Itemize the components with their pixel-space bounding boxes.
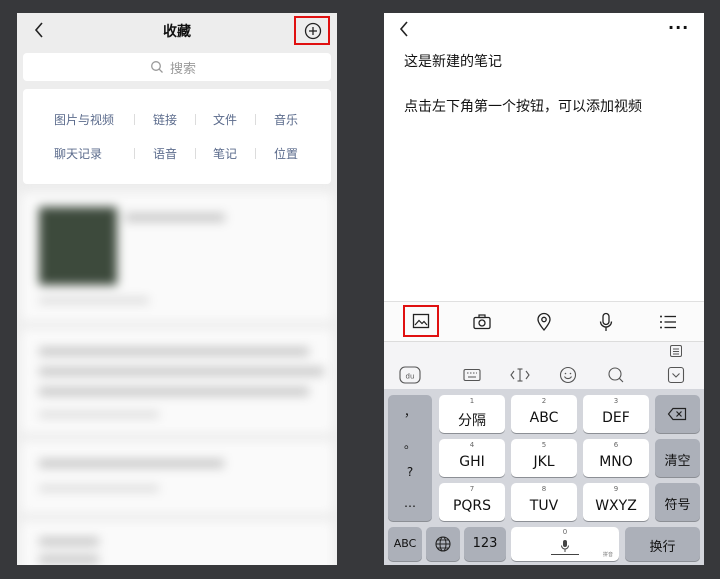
divider bbox=[195, 114, 196, 125]
key-4-ghi[interactable]: 4 GHI bbox=[439, 439, 505, 477]
category-notes[interactable]: 笔记 bbox=[213, 145, 237, 162]
list-item[interactable] bbox=[21, 329, 333, 433]
search-icon[interactable] bbox=[607, 366, 625, 384]
clear-key[interactable]: 清空 bbox=[655, 439, 700, 477]
keyboard-toolbar: du bbox=[384, 341, 704, 389]
punct-question[interactable]: ? bbox=[388, 465, 432, 479]
note-text-line[interactable]: 点击左下角第一个按钮，可以添加视频 bbox=[404, 96, 642, 116]
thumbnail bbox=[39, 207, 117, 285]
punctuation-column[interactable]: ， 。 ? … bbox=[388, 395, 432, 521]
key-3-def[interactable]: 3 DEF bbox=[583, 395, 649, 433]
divider bbox=[134, 148, 135, 159]
camera-icon bbox=[473, 314, 491, 330]
search-icon bbox=[151, 61, 163, 73]
backspace-icon bbox=[667, 407, 687, 421]
collapse-keyboard-icon[interactable] bbox=[667, 366, 685, 384]
note-text-line[interactable]: 这是新建的笔记 bbox=[404, 51, 502, 71]
note-editor-screen: ··· 这是新建的笔记 点击左下角第一个按钮，可以添加视频 du ， 。 ? …… bbox=[384, 13, 704, 565]
search-input[interactable]: 搜索 bbox=[23, 53, 331, 81]
chevron-left-icon bbox=[399, 21, 408, 37]
favorites-screen: 收藏 搜索 图片与视频 链接 文件 音乐 聊天记录 语音 笔记 位置 bbox=[17, 13, 337, 565]
list-button[interactable] bbox=[656, 310, 680, 334]
back-button[interactable] bbox=[397, 19, 411, 43]
emoji-icon[interactable] bbox=[559, 366, 577, 384]
note-toolbar bbox=[384, 301, 704, 341]
abc-switch-key[interactable]: ABC bbox=[388, 527, 422, 561]
punct-comma[interactable]: ， bbox=[388, 403, 432, 420]
location-icon bbox=[537, 312, 551, 332]
favorites-header: 收藏 bbox=[17, 13, 337, 49]
divider bbox=[255, 148, 256, 159]
category-files[interactable]: 文件 bbox=[213, 111, 237, 128]
plus-circle-icon bbox=[304, 22, 322, 40]
divider bbox=[195, 148, 196, 159]
list-icon bbox=[660, 315, 676, 329]
newline-key[interactable]: 换行 bbox=[625, 527, 700, 561]
image-icon bbox=[412, 313, 430, 329]
search-placeholder: 搜索 bbox=[170, 61, 197, 77]
key-6-mno[interactable]: 6 MNO bbox=[583, 439, 649, 477]
svg-text:du: du bbox=[406, 373, 415, 381]
key-2-abc[interactable]: 2 ABC bbox=[511, 395, 577, 433]
globe-icon bbox=[435, 536, 451, 552]
keyboard-icon[interactable] bbox=[462, 367, 482, 383]
category-location[interactable]: 位置 bbox=[274, 145, 298, 162]
cursor-move-icon[interactable] bbox=[509, 366, 531, 384]
symbols-key[interactable]: 符号 bbox=[655, 483, 700, 521]
number-switch-key[interactable]: 123 bbox=[464, 527, 506, 561]
favorites-list-blurred bbox=[17, 193, 337, 565]
page-title: 收藏 bbox=[163, 24, 191, 40]
pinyin-9-key-keyboard: ， 。 ? … 1 分隔 2 ABC 3 DEF 4 GHI 5 JKL 6 M… bbox=[384, 389, 704, 565]
camera-button[interactable] bbox=[470, 310, 494, 334]
key-7-pqrs[interactable]: 7 PQRS bbox=[439, 483, 505, 521]
keyboard-settings-icon[interactable] bbox=[669, 344, 683, 358]
list-item[interactable] bbox=[21, 441, 333, 513]
key-1-separator[interactable]: 1 分隔 bbox=[439, 395, 505, 433]
category-filter-card: 图片与视频 链接 文件 音乐 聊天记录 语音 笔记 位置 bbox=[23, 89, 331, 184]
voice-button[interactable] bbox=[594, 310, 618, 334]
microphone-icon bbox=[599, 312, 613, 331]
list-item[interactable] bbox=[21, 521, 333, 565]
category-photos-videos[interactable]: 图片与视频 bbox=[54, 111, 114, 128]
space-underline bbox=[551, 554, 579, 555]
microphone-icon bbox=[561, 540, 569, 552]
pinyin-hint: 拼音 bbox=[603, 552, 614, 558]
baidu-ime-icon[interactable]: du bbox=[399, 366, 421, 384]
category-voice[interactable]: 语音 bbox=[153, 145, 177, 162]
key-8-tuv[interactable]: 8 TUV bbox=[511, 483, 577, 521]
list-item[interactable] bbox=[21, 193, 333, 321]
backspace-key[interactable] bbox=[655, 395, 700, 433]
language-switch-key[interactable] bbox=[426, 527, 460, 561]
divider bbox=[255, 114, 256, 125]
insert-image-button[interactable] bbox=[403, 305, 439, 337]
punct-period[interactable]: 。 bbox=[388, 435, 432, 452]
category-music[interactable]: 音乐 bbox=[274, 111, 298, 128]
more-options-button[interactable]: ··· bbox=[668, 18, 689, 37]
space-key[interactable]: 0 拼音 bbox=[511, 527, 619, 561]
location-button[interactable] bbox=[532, 310, 556, 334]
add-favorite-button[interactable] bbox=[294, 16, 330, 45]
divider bbox=[134, 114, 135, 125]
key-5-jkl[interactable]: 5 JKL bbox=[511, 439, 577, 477]
category-links[interactable]: 链接 bbox=[153, 111, 177, 128]
category-chat-history[interactable]: 聊天记录 bbox=[54, 145, 102, 162]
key-9-wxyz[interactable]: 9 WXYZ bbox=[583, 483, 649, 521]
punct-ellipsis[interactable]: … bbox=[388, 496, 432, 510]
